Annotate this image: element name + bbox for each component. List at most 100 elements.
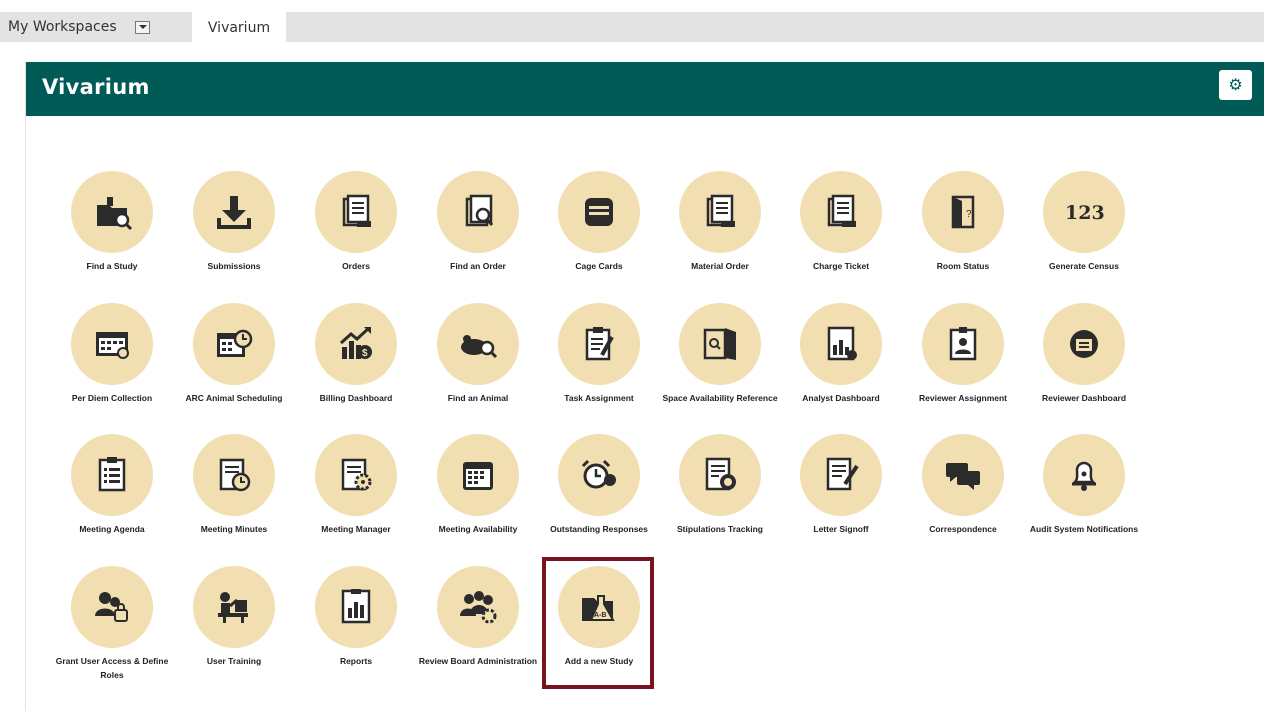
report-chart-icon[interactable]: [315, 566, 397, 648]
tile-label[interactable]: Generate Census: [1024, 260, 1144, 274]
tile-label[interactable]: Charge Ticket: [781, 260, 901, 274]
bell-icon[interactable]: [1043, 434, 1125, 516]
workspace-tile[interactable]: Stipulations Tracking: [665, 434, 775, 537]
tile-label[interactable]: Outstanding Responses: [539, 523, 659, 537]
workspace-tile[interactable]: Submissions: [179, 171, 289, 274]
tile-label[interactable]: Analyst Dashboard: [781, 392, 901, 406]
document-sign-icon[interactable]: [800, 434, 882, 516]
calendar-clock-icon[interactable]: [193, 303, 275, 385]
document-stack-icon[interactable]: [800, 171, 882, 253]
workspace-tile[interactable]: ? Room Status: [908, 171, 1018, 274]
tile-label[interactable]: Reviewer Assignment: [903, 392, 1023, 406]
tile-label[interactable]: Letter Signoff: [781, 523, 901, 537]
dropdown-menu-icon[interactable]: [134, 20, 150, 34]
tile-label[interactable]: Grant User Access & Define Roles: [52, 655, 172, 682]
workspace-tile[interactable]: Review Board Administration: [419, 566, 537, 669]
tile-label[interactable]: Cage Cards: [539, 260, 659, 274]
tile-label[interactable]: Meeting Availability: [418, 523, 538, 537]
panel-header: Vivarium ⚙: [26, 62, 1264, 116]
svg-text:?: ?: [966, 209, 972, 220]
workspace-tile[interactable]: Meeting Availability: [423, 434, 533, 537]
download-icon[interactable]: [193, 171, 275, 253]
workspace-tile[interactable]: Per Diem Collection: [57, 303, 167, 406]
workspace-tile[interactable]: Find an Animal: [423, 303, 533, 406]
tile-label[interactable]: Review Board Administration: [418, 655, 538, 669]
workspace-tile[interactable]: Outstanding Responses: [544, 434, 654, 537]
tile-label[interactable]: Meeting Agenda: [52, 523, 172, 537]
chat-bubbles-icon[interactable]: [922, 434, 1004, 516]
card-stack-icon[interactable]: [558, 171, 640, 253]
workspace-tile[interactable]: 123 Generate Census: [1029, 171, 1139, 274]
workspace-tile[interactable]: Space Availability Reference: [662, 303, 778, 406]
tile-label[interactable]: Reports: [296, 655, 416, 669]
numbers-icon[interactable]: 123: [1043, 171, 1125, 253]
workspace-tile[interactable]: Material Order: [665, 171, 775, 274]
workspace-tile[interactable]: Find an Order: [423, 171, 533, 274]
settings-button[interactable]: ⚙: [1219, 70, 1252, 100]
workspace-tile[interactable]: Charge Ticket: [786, 171, 896, 274]
alarm-clock-icon[interactable]: [558, 434, 640, 516]
document-stack-icon[interactable]: [315, 171, 397, 253]
workspace-tile[interactable]: User Training: [179, 566, 289, 669]
tile-label[interactable]: Correspondence: [903, 523, 1023, 537]
workspace-tile[interactable]: ARC Animal Scheduling: [179, 303, 289, 406]
calendar-clock-icon-glyph: [217, 329, 253, 357]
workspace-tile[interactable]: Meeting Minutes: [179, 434, 289, 537]
tile-label[interactable]: Find a Study: [52, 260, 172, 274]
folder-search-icon[interactable]: [71, 171, 153, 253]
my-workspaces-tab[interactable]: My Workspaces: [0, 12, 190, 42]
workspace-tile[interactable]: Correspondence: [908, 434, 1018, 537]
document-gear-icon[interactable]: [315, 434, 397, 516]
tile-label[interactable]: Stipulations Tracking: [660, 523, 780, 537]
workspace-tile[interactable]: Meeting Manager: [301, 434, 411, 537]
workspace-tile[interactable]: Find a Study: [57, 171, 167, 274]
tile-label[interactable]: Meeting Manager: [296, 523, 416, 537]
tile-label[interactable]: ARC Animal Scheduling: [174, 392, 294, 406]
group-gear-icon[interactable]: [437, 566, 519, 648]
workspace-tile[interactable]: Letter Signoff: [786, 434, 896, 537]
workspace-tile[interactable]: Grant User Access & Define Roles: [56, 566, 168, 682]
tab-vivarium[interactable]: Vivarium: [192, 12, 286, 43]
workspace-tile[interactable]: Reviewer Assignment: [908, 303, 1018, 406]
tile-label[interactable]: Task Assignment: [539, 392, 659, 406]
workspace-tile[interactable]: Cage Cards: [544, 171, 654, 274]
tile-label[interactable]: Find an Order: [418, 260, 538, 274]
door-icon[interactable]: ?: [922, 171, 1004, 253]
workspace-tile[interactable]: Analyst Dashboard: [786, 303, 896, 406]
badge-icon[interactable]: [922, 303, 1004, 385]
workspace-tile[interactable]: Orders: [301, 171, 411, 274]
analytics-icon[interactable]: [800, 303, 882, 385]
workspace-tile[interactable]: $ Billing Dashboard: [301, 303, 411, 406]
tile-label[interactable]: User Training: [174, 655, 294, 669]
workspace-tile[interactable]: Meeting Agenda: [57, 434, 167, 537]
document-progress-icon[interactable]: [679, 434, 761, 516]
tile-label[interactable]: Meeting Minutes: [174, 523, 294, 537]
tile-label[interactable]: Space Availability Reference: [660, 392, 780, 406]
checklist-icon[interactable]: [71, 434, 153, 516]
tile-label[interactable]: Reviewer Dashboard: [1024, 392, 1144, 406]
calendar-grid-icon[interactable]: [437, 434, 519, 516]
chart-growth-icon[interactable]: $: [315, 303, 397, 385]
document-stack-icon[interactable]: [679, 171, 761, 253]
tile-label[interactable]: Find an Animal: [418, 392, 538, 406]
workspace-tile[interactable]: Task Assignment: [544, 303, 654, 406]
document-search-icon[interactable]: [437, 171, 519, 253]
tile-label[interactable]: Material Order: [660, 260, 780, 274]
workspace-tile[interactable]: Reports: [301, 566, 411, 669]
calendar-icon[interactable]: [71, 303, 153, 385]
clipboard-pencil-icon[interactable]: [558, 303, 640, 385]
tile-label[interactable]: Orders: [296, 260, 416, 274]
tile-label[interactable]: Audit System Notifications: [1024, 523, 1144, 537]
presenter-icon[interactable]: [193, 566, 275, 648]
tile-label[interactable]: Per Diem Collection: [52, 392, 172, 406]
users-lock-icon[interactable]: [71, 566, 153, 648]
tile-label[interactable]: Room Status: [903, 260, 1023, 274]
workspace-tile[interactable]: Reviewer Dashboard: [1029, 303, 1139, 406]
mouse-search-icon[interactable]: [437, 303, 519, 385]
tile-label[interactable]: Submissions: [174, 260, 294, 274]
tile-label[interactable]: Billing Dashboard: [296, 392, 416, 406]
open-door-icon[interactable]: [679, 303, 761, 385]
document-clock-icon[interactable]: [193, 434, 275, 516]
reviewer-icon[interactable]: [1043, 303, 1125, 385]
workspace-tile[interactable]: Audit System Notifications: [1029, 434, 1139, 537]
